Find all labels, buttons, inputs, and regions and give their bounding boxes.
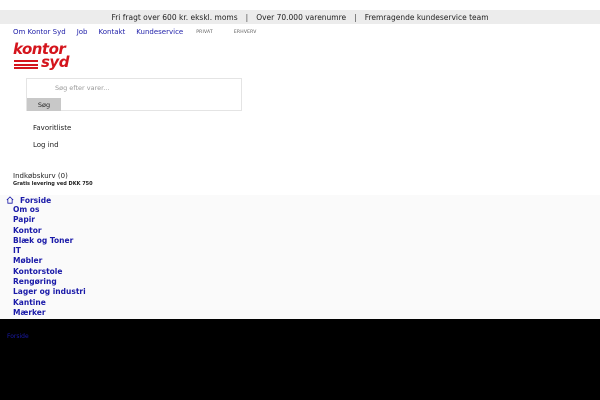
toggle-private[interactable]: PRIVAT [196, 30, 213, 35]
logo-stripes [14, 60, 38, 69]
topbar-item-products: Over 70.000 varenumre [256, 12, 347, 22]
topbar-separator: | [245, 12, 249, 22]
kontor-syd-logo[interactable]: kontor syd [13, 42, 79, 74]
home-icon [6, 196, 14, 204]
menu-item-office-chairs[interactable]: Kontorstole [13, 267, 86, 277]
menu-item-warehouse-industry[interactable]: Lager og industri [13, 287, 86, 297]
topbar-item-service: Fremragende kundeservice team [364, 12, 489, 22]
top-info-bar: Fri fragt over 600 kr. ekskl. moms | Ove… [0, 10, 600, 24]
nav-link-about[interactable]: Om Kontor Syd [13, 28, 66, 36]
menu-home-label: Forside [20, 195, 52, 205]
menu-item-furniture[interactable]: Møbler [13, 256, 86, 266]
menu-item-canteen[interactable]: Kantine [13, 298, 86, 308]
page: Fri fragt over 600 kr. ekskl. moms | Ove… [0, 0, 600, 319]
menu-item-ink-toner[interactable]: Blæk og Toner [13, 236, 86, 246]
menu-item-brands[interactable]: Mærker [13, 308, 86, 318]
top-navigation: Om Kontor Syd Job Kontakt Kundeservice P… [13, 27, 276, 37]
cart-link[interactable]: Indkøbskurv (0) [13, 172, 68, 180]
shipping-note: Gratis levering ved DKK 750 [13, 181, 93, 187]
nav-link-contact[interactable]: Kontakt [98, 28, 125, 36]
favorites-link[interactable]: Favoritliste [33, 124, 71, 132]
nav-link-job[interactable]: Job [77, 28, 88, 36]
login-link[interactable]: Log ind [33, 141, 59, 149]
menu-item-cleaning[interactable]: Rengøring [13, 277, 86, 287]
topbar-separator: | [354, 12, 357, 22]
search-box: Søg [26, 78, 255, 111]
search-input[interactable] [31, 82, 255, 94]
footer-home-link[interactable]: Forside [7, 333, 29, 340]
topbar-item-free-shipping: Fri fragt over 600 kr. ekskl. moms [111, 12, 238, 22]
toggle-business[interactable]: ERHVERV [234, 30, 257, 35]
menu-item-it[interactable]: IT [13, 246, 86, 256]
search-button[interactable]: Søg [27, 98, 61, 111]
category-menu-background [0, 195, 600, 319]
menu-home[interactable]: Forside [6, 195, 51, 205]
logo-text-syd: syd [41, 53, 69, 71]
category-menu: Om os Papir Kontor Blæk og Toner IT Møbl… [13, 205, 86, 318]
menu-item-about[interactable]: Om os [13, 205, 86, 215]
nav-link-customer-service[interactable]: Kundeservice [136, 28, 183, 36]
menu-item-office[interactable]: Kontor [13, 226, 86, 236]
menu-item-paper[interactable]: Papir [13, 215, 86, 225]
